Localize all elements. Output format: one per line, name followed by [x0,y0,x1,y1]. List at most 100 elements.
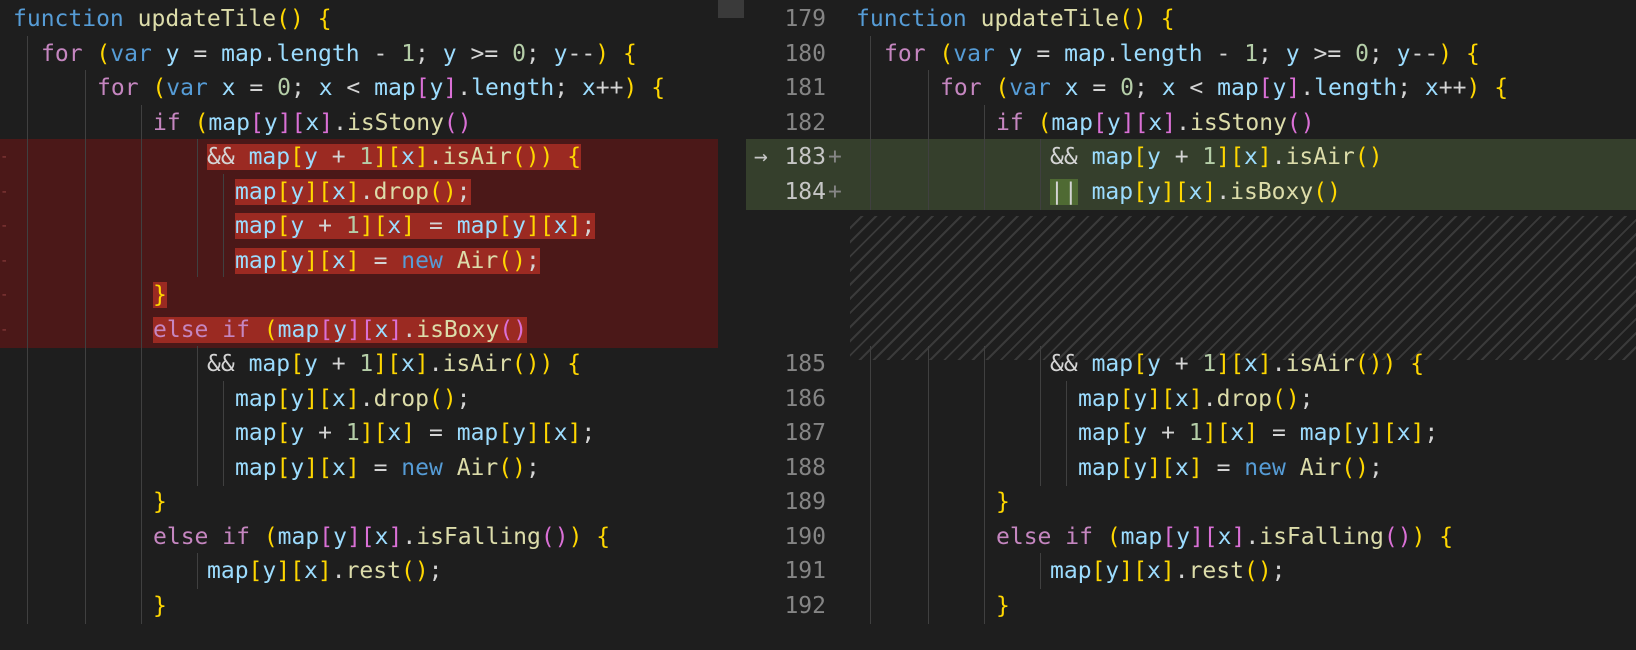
indent-guide [27,587,28,624]
normal-code-line[interactable]: if (map[y][x].isStony() [0,104,718,141]
code-text: map[y + 1][x] = map[y][x]; [1078,420,1439,446]
indent-guide [197,139,198,175]
line-number: 188 [784,454,826,481]
indent-guide [223,449,224,486]
indent-guide [197,346,198,382]
indent-guide [1040,415,1041,451]
normal-code-line[interactable]: map[y][x].rest(); [0,553,718,589]
indent-guide [870,449,871,486]
code-text: if (map[y][x].isStony() [153,109,472,136]
normal-code-line[interactable]: 190 else if (map[y][x].isFalling()) { [746,518,1636,555]
normal-code-line[interactable]: 180 for (var y = map.length - 1; y >= 0; … [746,35,1636,72]
indent-guide [1040,380,1041,417]
normal-code-line[interactable]: 185 && map[y + 1][x].isAir()) { [746,346,1636,382]
added-code-line[interactable]: 184 + || map[y][x].isBoxy() [746,173,1636,210]
indent-guide [85,277,86,313]
normal-code-line[interactable]: 189} [746,484,1636,520]
indent-guide [1040,449,1041,486]
indent-guide [141,311,142,348]
indent-guide [870,70,871,106]
normal-code-line[interactable]: 186 map[y][x].drop(); [746,380,1636,417]
code-text: function updateTile() { [856,6,1175,32]
indent-guide [928,587,929,624]
normal-code-line[interactable]: 181 for (var x = 0; x < map[y].length; x+… [746,70,1636,106]
removed-code-line[interactable]: -} [0,277,718,313]
indent-guide [27,242,28,279]
removed-code-line[interactable]: - map[y][x] = new Air(); [0,242,718,279]
code-text: && map[y + 1][x].isAir()) { [207,144,582,170]
added-line-marker: + [828,144,842,170]
normal-code-line[interactable]: for (var y = map.length - 1; y >= 0; y--… [0,35,718,72]
indent-guide [870,518,871,555]
removed-code-line[interactable]: - map[y][x].drop(); [0,173,718,210]
indent-guide [27,104,28,141]
indent-guide [27,518,28,555]
code-text: && map[y + 1][x].isAir()) { [207,351,582,377]
added-code-line[interactable]: 183 + → && map[y + 1][x].isAir() [746,139,1636,175]
modified-editor-pane[interactable]: 179 function updateTile() { 180 for (var y … [746,0,1636,650]
normal-code-line[interactable]: 192} [746,587,1636,624]
indent-guide [1040,173,1041,210]
indent-guide [27,484,28,520]
normal-code-line[interactable]: 182 if (map[y][x].isStony() [746,104,1636,141]
code-text: } [153,592,167,619]
indent-guide [85,70,86,106]
code-text: } [996,489,1010,515]
normal-code-line[interactable]: map[y][x] = new Air(); [0,449,718,486]
indent-guide [85,139,86,175]
indent-guide [27,277,28,313]
pane-divider [718,0,746,650]
indent-guide [197,380,198,417]
indent-guide [1040,346,1041,382]
code-text: map[y + 1][x] = map[y][x]; [235,213,596,239]
code-text: && map[y + 1][x].isAir() [1050,144,1383,170]
normal-code-line[interactable]: 191 map[y][x].rest(); [746,553,1636,589]
removed-code-line[interactable]: - else if (map[y][x].isBoxy() [0,311,718,348]
normal-code-line[interactable]: 187 map[y + 1][x] = map[y][x]; [746,415,1636,451]
removed-code-line[interactable]: - map[y + 1][x] = map[y][x]; [0,208,718,244]
indent-guide [870,104,871,141]
normal-code-line[interactable]: map[y + 1][x] = map[y][x]; [0,415,718,451]
current-change-arrow-icon[interactable]: → [754,139,768,175]
normal-code-line[interactable]: 188 map[y][x] = new Air(); [746,449,1636,486]
indent-guide [984,587,985,624]
vertical-scrollbar-thumb[interactable] [718,0,744,18]
removed-line-marker: - [0,252,9,269]
indent-guide [984,415,985,451]
normal-code-line[interactable]: else if (map[y][x].isFalling()) { [0,518,718,555]
line-number: 180 [784,40,826,67]
indent-guide [197,173,198,210]
indent-guide [141,449,142,486]
indent-guide [870,587,871,624]
original-editor-pane[interactable]: function updateTile() {for (var y = map.… [0,0,718,650]
indent-guide [223,415,224,451]
indent-guide [27,311,28,348]
line-number: 192 [784,592,826,619]
indent-guide [984,553,985,589]
indent-guide [85,208,86,244]
indent-guide [27,139,28,175]
code-text: for (var y = map.length - 1; y >= 0; y--… [884,40,1480,67]
indent-guide [85,449,86,486]
normal-code-line[interactable]: map[y][x].drop(); [0,380,718,417]
removed-code-line[interactable]: - && map[y + 1][x].isAir()) { [0,139,718,175]
line-number: 185 [784,351,826,377]
indent-guide [141,208,142,244]
normal-code-line[interactable]: } [0,587,718,624]
indent-guide [870,173,871,210]
code-text: map[y][x] = new Air(); [1078,454,1383,481]
code-text: for (var x = 0; x < map[y].length; x++) … [940,75,1509,101]
indent-guide [870,415,871,451]
code-text: else if (map[y][x].isBoxy() [153,316,528,343]
indent-guide [141,484,142,520]
normal-code-line[interactable]: 179 function updateTile() { [746,1,1636,37]
normal-code-line[interactable]: } [0,484,718,520]
indent-guide [928,346,929,382]
normal-code-line[interactable]: && map[y + 1][x].isAir()) { [0,346,718,382]
normal-code-line[interactable]: function updateTile() { [0,1,718,37]
line-number: 187 [784,420,826,446]
indent-guide [141,380,142,417]
indent-guide [1066,380,1067,417]
indent-guide [141,553,142,589]
normal-code-line[interactable]: for (var x = 0; x < map[y].length; x++) … [0,70,718,106]
